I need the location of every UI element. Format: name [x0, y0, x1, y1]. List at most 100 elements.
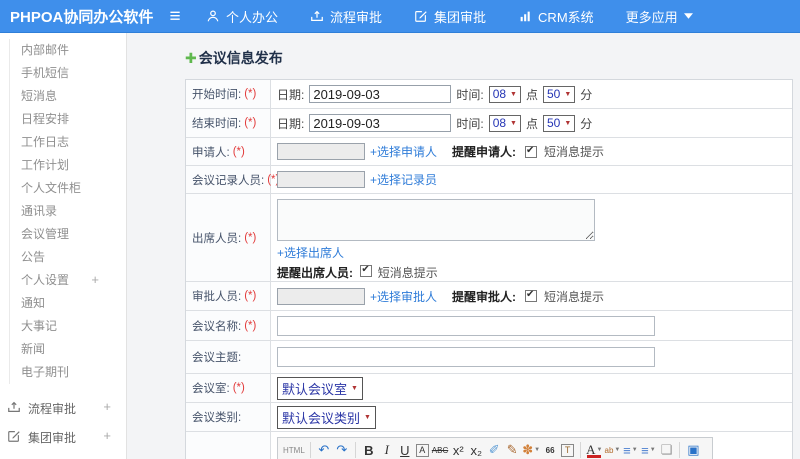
sidebar-item-12[interactable]: 大事记: [10, 315, 126, 338]
approver-input[interactable]: [277, 287, 365, 305]
form-row-end-time: 结束时间:(*) 日期: 时间: 08▼ 点 50▼ 分: [186, 109, 792, 138]
highlight-button[interactable]: ab ▼: [603, 441, 621, 459]
meeting-category-select[interactable]: 默认会议类别 ▼: [277, 405, 376, 429]
caret-down-icon: ▼: [351, 384, 358, 392]
sidebar-item-13[interactable]: 新闻: [10, 338, 126, 361]
top-nav-label: 个人办公: [226, 9, 279, 25]
top-nav-item-4[interactable]: 更多应用: [626, 7, 693, 26]
expand-plus-icon[interactable]: +: [103, 428, 111, 443]
meeting-name-input[interactable]: [277, 315, 655, 336]
recorder-input[interactable]: [277, 171, 365, 188]
sidebar-item-11[interactable]: 通知: [10, 292, 126, 315]
top-nav-label: 流程审批: [330, 9, 383, 25]
bold-button[interactable]: B: [360, 441, 378, 459]
form-row-meeting-subject: 会议主题:: [186, 341, 792, 374]
undo-button[interactable]: ↶: [315, 441, 333, 459]
expand-plus-icon[interactable]: +: [91, 273, 99, 286]
minute-unit: 分: [580, 87, 593, 102]
remind-approver-label: 提醒审批人:: [452, 289, 517, 304]
hamburger-menu-icon[interactable]: ≡: [158, 0, 192, 33]
meeting-subject-input[interactable]: [277, 347, 655, 367]
caret-down-icon: [683, 13, 693, 19]
top-nav-item-0[interactable]: 个人办公: [206, 7, 278, 26]
remind-attendees-label: 提醒出席人员:: [277, 266, 353, 280]
required-marker: (*): [244, 319, 257, 332]
top-nav: 个人办公 流程审批 集团审批 CRM系统 更多应用: [206, 7, 693, 26]
color-splash-button[interactable]: ✽ ▼: [521, 441, 541, 459]
sidebar-section-2[interactable]: CRM系统+: [0, 452, 126, 459]
start-hour-select[interactable]: 08 ▼: [488, 85, 521, 103]
ordered-list-button[interactable]: ≡ ▼: [621, 441, 639, 459]
sidebar-item-6[interactable]: 个人文件柜: [10, 177, 126, 200]
end-hour-select[interactable]: 08 ▼: [488, 114, 521, 132]
blockquote-button[interactable]: 66: [541, 441, 559, 459]
attendees-textarea[interactable]: [277, 199, 595, 241]
end-minute-select[interactable]: 50 ▼: [543, 114, 576, 132]
html-source-button[interactable]: HTML: [282, 441, 306, 459]
field-label: 出席人员:: [192, 232, 242, 245]
sidebar-item-label: 工作计划: [21, 158, 70, 172]
select-recorder-link[interactable]: +选择记录员: [370, 171, 437, 188]
person-icon: [206, 9, 220, 23]
paste-table-button[interactable]: T: [561, 443, 575, 457]
sidebar-section-0[interactable]: 流程审批 +: [0, 394, 126, 423]
page-title: ✚ 会议信息发布: [185, 48, 283, 68]
toolbar-separator: [679, 442, 681, 458]
font-size-button[interactable]: A: [415, 443, 429, 457]
underline-button[interactable]: U: [396, 441, 414, 459]
format-brush-button[interactable]: ✎: [503, 441, 521, 459]
expand-plus-icon[interactable]: +: [103, 399, 111, 414]
new-page-button[interactable]: ❏: [657, 441, 675, 459]
field-label: 申请人:: [192, 146, 230, 159]
approver-sms-checkbox[interactable]: [525, 289, 538, 302]
sidebar-item-1[interactable]: 手机短信: [10, 62, 126, 85]
end-date-input[interactable]: [309, 114, 452, 132]
sidebar: 内部邮件 手机短信 短消息 日程安排 工作日志工作计划个人文件柜 通讯录 会议管理公告个人设…: [0, 33, 127, 459]
group-approval-icon: [7, 429, 21, 446]
applicant-input[interactable]: [277, 143, 365, 160]
sidebar-item-8[interactable]: 会议管理: [10, 223, 126, 246]
select-applicant-link[interactable]: +选择申请人: [370, 143, 437, 160]
date-label: 日期:: [277, 116, 305, 131]
start-date-input[interactable]: [309, 85, 452, 103]
sms-option-label: 短消息提示: [377, 266, 438, 280]
attendees-sms-checkbox[interactable]: [360, 264, 373, 277]
form-row-meeting-category: 会议类别: 默认会议类别 ▼: [186, 403, 792, 432]
font-color-button[interactable]: A ▼: [585, 441, 603, 459]
sidebar-item-label: 公告: [21, 250, 46, 264]
subscript-button[interactable]: x₂: [467, 441, 485, 459]
app-root: PHPOA协同办公软件 ≡ 个人办公 流程审批 集团审批 CRM系统 更多应用 内部邮件…: [0, 0, 800, 459]
date-label: 日期:: [277, 87, 305, 102]
superscript-button[interactable]: x²: [449, 441, 467, 459]
sidebar-item-7[interactable]: 通讯录: [10, 200, 126, 223]
fullscreen-button[interactable]: ▣: [684, 441, 702, 459]
sidebar-item-9[interactable]: 公告: [10, 246, 126, 269]
applicant-sms-checkbox[interactable]: [525, 145, 538, 158]
meeting-room-select[interactable]: 默认会议室 ▼: [277, 376, 363, 400]
select-approver-link[interactable]: +选择审批人: [370, 288, 437, 305]
sidebar-item-4[interactable]: 工作日志: [10, 131, 126, 154]
sidebar-item-3[interactable]: 日程安排: [10, 108, 126, 131]
remove-format-button[interactable]: ✐: [485, 441, 503, 459]
top-nav-item-3[interactable]: CRM系统: [518, 7, 594, 26]
start-minute-select[interactable]: 50 ▼: [543, 85, 576, 103]
strikethrough-button[interactable]: ABC: [431, 441, 449, 459]
editor-toolbar: HTML ↶ ↷ B I U A ABC x² x₂ ✐ ✎ ✽ ▼ 66 T A ▼ ab ▼ ≡ ▼ ≡ ▼ ❏ ▣: [278, 438, 712, 459]
redo-button[interactable]: ↷: [333, 441, 351, 459]
select-attendees-link[interactable]: +选择出席人: [277, 244, 344, 261]
unordered-list-button[interactable]: ≡ ▼: [639, 441, 657, 459]
sidebar-item-5[interactable]: 工作计划: [10, 154, 126, 177]
add-icon: ✚: [185, 49, 197, 66]
top-nav-item-2[interactable]: 集团审批: [414, 7, 486, 26]
field-label: 会议名称:: [192, 320, 242, 333]
italic-button[interactable]: I: [378, 441, 396, 459]
sidebar-section-1[interactable]: 集团审批 +: [0, 423, 126, 452]
caret-down-icon: ▼: [564, 90, 572, 98]
sidebar-item-10[interactable]: 个人设置 +: [10, 269, 126, 292]
hour-unit: 点: [525, 87, 538, 102]
top-nav-item-1[interactable]: 流程审批: [310, 7, 382, 26]
sidebar-item-0[interactable]: 内部邮件: [10, 39, 126, 62]
sidebar-item-14[interactable]: 电子期刊: [10, 361, 126, 384]
sidebar-item-2[interactable]: 短消息: [10, 85, 126, 108]
sidebar-item-label: 通知: [21, 296, 46, 310]
